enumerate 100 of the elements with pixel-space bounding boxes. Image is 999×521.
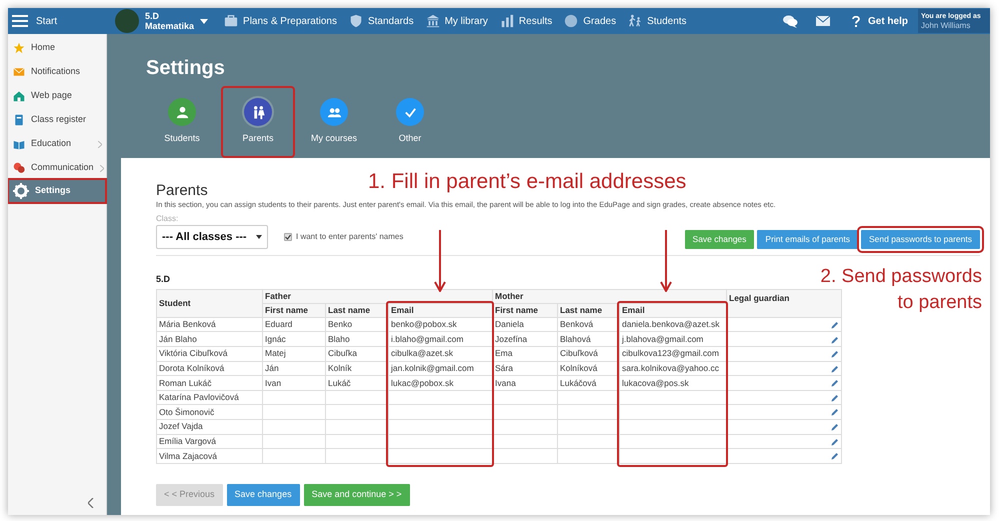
table-cell: Katarína Pavlovičová <box>156 390 262 405</box>
settings-tab[interactable]: My courses <box>299 88 369 156</box>
table-cell: Dorota Kolníková <box>156 361 262 376</box>
sidebar-item[interactable]: Education <box>8 132 106 156</box>
settings-tab[interactable]: Parents <box>223 88 293 156</box>
action-button[interactable]: Send passwords to parents <box>860 230 980 249</box>
caret-icon <box>256 235 262 239</box>
column-header: First name <box>492 303 558 318</box>
checkmark-icon <box>285 234 291 240</box>
walking-people-icon <box>628 14 642 28</box>
table-cell: Mária Benková <box>156 317 262 332</box>
chevron-left-icon <box>88 498 94 508</box>
table-cell: Cibuľková <box>560 348 598 358</box>
table-cell: Kolníková <box>560 362 598 373</box>
table-cell: Ján Blaho <box>156 332 262 346</box>
edit-button[interactable] <box>831 423 840 432</box>
table-cell: Lukáč <box>328 378 351 388</box>
footer-button[interactable]: Save and continue > > <box>304 484 410 506</box>
nav-link[interactable]: Standards <box>348 14 414 28</box>
table-cell: Oto Šimonovič <box>156 404 262 420</box>
edit-button[interactable] <box>831 452 840 460</box>
nav-link[interactable]: Students <box>628 14 687 28</box>
class-select[interactable]: --- All classes --- <box>156 225 268 249</box>
class-selector[interactable]: 5.D Matematika <box>115 8 208 34</box>
sidebar-item[interactable]: Home <box>8 36 106 60</box>
table-cell: sara.kolnikova@yahoo.cc <box>622 362 719 373</box>
caret-icon <box>200 18 208 24</box>
start-menu-button[interactable]: Start <box>8 8 107 34</box>
table-cell: Ján <box>265 362 279 373</box>
table-cell: Lukáčová <box>560 378 596 388</box>
down-arrow <box>660 230 672 292</box>
footer-button[interactable]: Save changes <box>226 484 300 506</box>
help-button[interactable]: Get help <box>852 14 908 28</box>
table-cell: Sára <box>495 362 513 373</box>
names-checkbox[interactable] <box>284 233 292 241</box>
edit-button[interactable] <box>831 350 840 358</box>
question-mark-icon <box>852 16 860 26</box>
edit-button[interactable] <box>831 379 840 388</box>
menu-icon <box>12 15 28 27</box>
column-header: Last name <box>326 303 388 318</box>
nav-link[interactable]: Grades <box>564 14 616 28</box>
table-cell: Ignác <box>265 334 286 344</box>
table-cell: j.blahova@gmail.com <box>622 334 704 344</box>
table-cell: Ivan <box>265 378 282 388</box>
chevron-right-icon <box>98 140 102 148</box>
sidebar-item[interactable]: Web page <box>8 84 106 108</box>
column-group-header: Father <box>262 290 492 304</box>
table-cell: Roman Lukáč <box>156 376 262 390</box>
table-cell: Jozef Vajda <box>156 419 262 434</box>
edit-button[interactable] <box>831 438 840 446</box>
table-cell: Blahová <box>560 334 591 344</box>
nav-link[interactable]: Results <box>500 14 552 28</box>
table-cell: Cibuľka <box>328 348 357 358</box>
column-header: Last name <box>558 303 620 318</box>
house-icon <box>13 90 25 102</box>
bar-chart-icon <box>500 14 514 28</box>
table-cell: cibulka@azet.sk <box>391 348 454 358</box>
table-cell: jan.kolnik@gmail.com <box>391 362 474 373</box>
user-name: John Williams <box>921 21 972 30</box>
class-caption: 5.D <box>156 274 170 285</box>
subject-name: Matematika <box>145 21 194 31</box>
class-label: Class: <box>156 214 180 224</box>
action-button[interactable]: Print emails of parents <box>757 230 858 249</box>
column-group-header: Mother <box>492 290 727 304</box>
table-cell: Eduard <box>265 319 292 330</box>
edit-button[interactable] <box>831 336 840 344</box>
table-cell: Vilma Zajacová <box>156 448 262 464</box>
sidebar-item[interactable]: Notifications <box>8 60 106 84</box>
table-cell: i.blaho@gmail.com <box>391 334 464 344</box>
nav-link[interactable]: My library <box>426 14 488 28</box>
edit-button[interactable] <box>831 364 840 373</box>
table-cell: lukacova@pos.sk <box>622 378 689 388</box>
chevron-right-icon <box>100 164 104 172</box>
chat-icon <box>782 14 798 28</box>
edit-button[interactable] <box>831 394 840 402</box>
page-title: Settings <box>146 56 226 80</box>
class-avatar-photo <box>115 9 139 33</box>
edit-button[interactable] <box>831 320 840 329</box>
collapse-sidebar-button[interactable] <box>86 497 96 509</box>
edit-button[interactable] <box>831 408 840 416</box>
table-cell: benko@pobox.sk <box>391 319 457 330</box>
nav-link[interactable]: Plans & Preparations <box>224 14 337 28</box>
table-cell: Blaho <box>328 334 350 344</box>
settings-tab[interactable]: Other <box>375 88 445 156</box>
briefcase-icon <box>224 14 238 28</box>
table-cell: cibulkova123@gmail.com <box>622 348 719 358</box>
table-cell: daniela.benkova@azet.sk <box>622 319 720 330</box>
table-cell: Ema <box>495 348 512 358</box>
mail-icon <box>816 16 830 26</box>
table-cell: Matej <box>265 348 286 358</box>
action-button[interactable]: Save changes <box>684 230 754 249</box>
star-icon <box>13 42 25 54</box>
column-header: Legal guardian <box>726 290 842 318</box>
annotation-text: 1. Fill in parent’s e-mail addresses <box>368 170 686 194</box>
column-header: Student <box>156 290 262 318</box>
sidebar-item[interactable]: Settings <box>8 179 106 203</box>
sidebar-item[interactable]: Class register <box>8 108 106 132</box>
settings-tab[interactable]: Students <box>147 88 217 156</box>
table-cell: Viktória Cibuľková <box>156 346 262 362</box>
column-header: First name <box>262 303 326 318</box>
